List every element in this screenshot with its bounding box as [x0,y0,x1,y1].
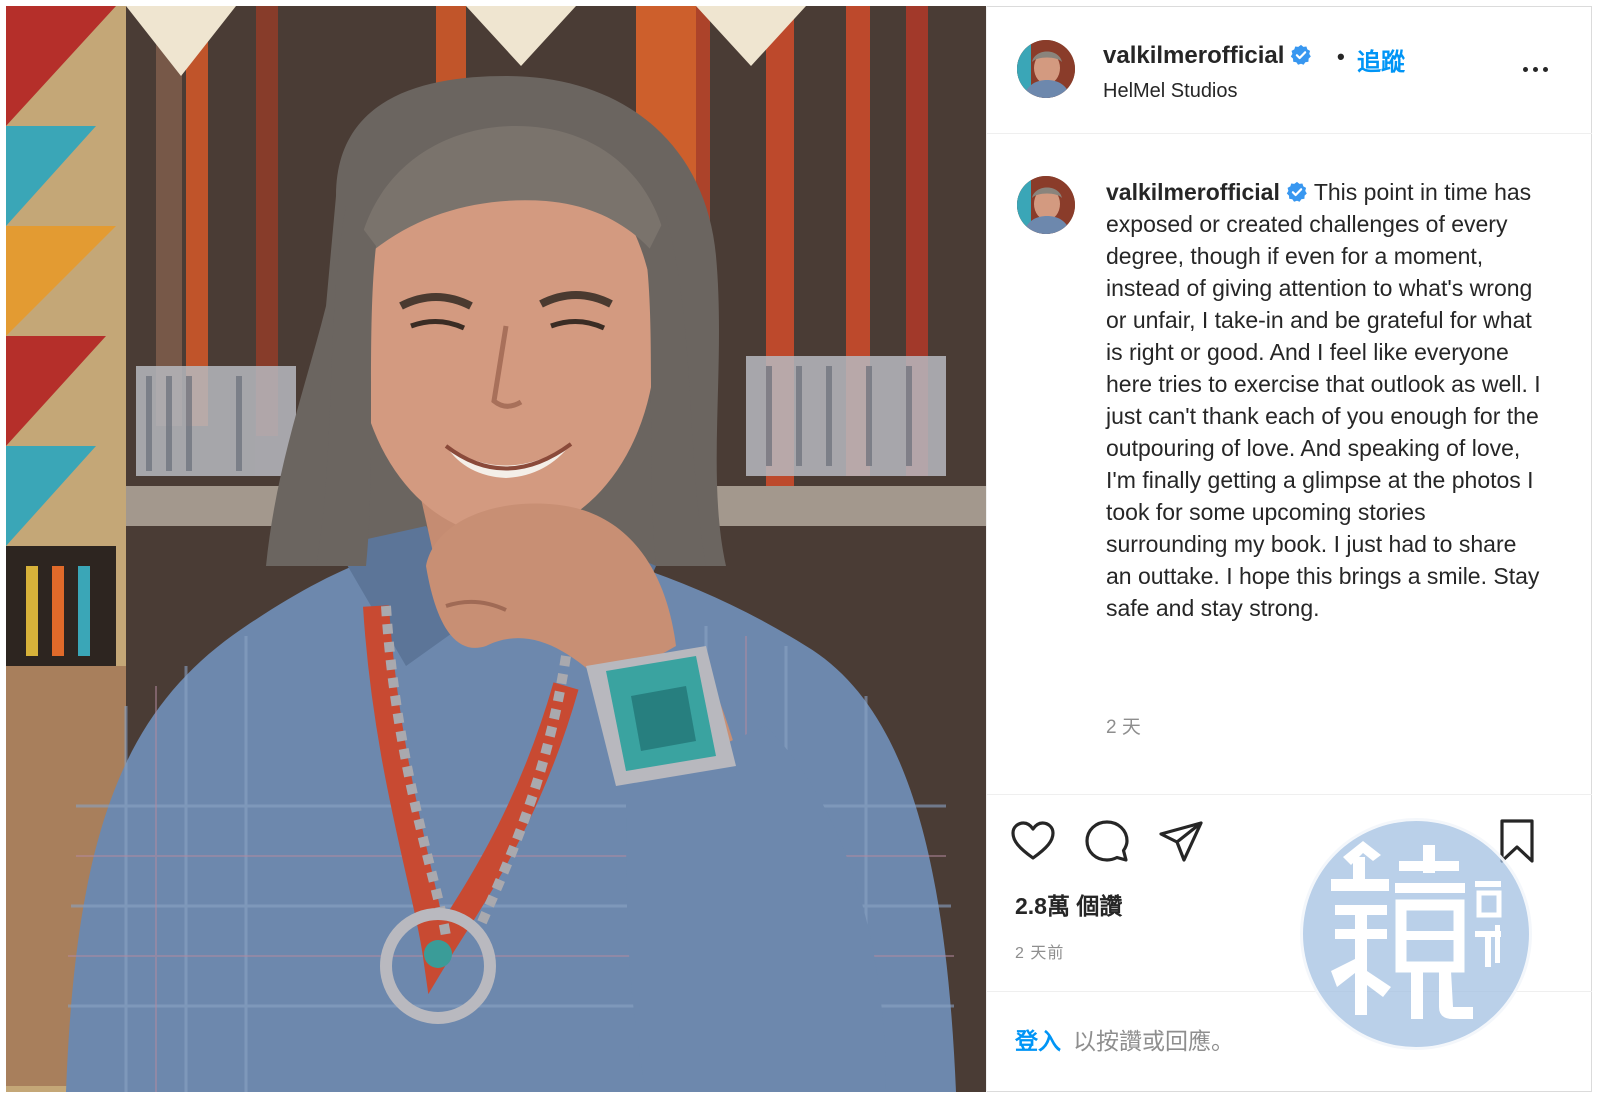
separator-dot: • [1337,44,1345,69]
follow-button[interactable]: 追蹤 [1357,42,1405,77]
post-photo[interactable] [6,6,986,1092]
caption-username[interactable]: valkilmerofficial [1106,179,1280,205]
caption-avatar[interactable] [1017,176,1075,234]
caption-text: This point in time has exposed or create… [1106,179,1541,621]
login-link[interactable]: 登入 [1015,1022,1061,1056]
caption-text-block: valkilmerofficial This point in time has… [1106,176,1546,624]
more-horizontal-icon[interactable] [1515,54,1555,84]
verified-badge-icon [1286,181,1307,202]
post-header: valkilmerofficial • 追蹤 HelMel Studios [987,6,1592,134]
caption-age[interactable]: 2 天 [1106,712,1141,739]
username-text[interactable]: valkilmerofficial [1103,42,1284,69]
location-link[interactable]: HelMel Studios [1103,80,1238,103]
verified-badge-icon [1291,44,1312,65]
post-date[interactable]: 2 天前 [1015,939,1064,963]
login-prompt-text: 以按讚或回應。 [1073,1028,1234,1054]
post-username[interactable]: valkilmerofficial [1103,42,1312,70]
mirror-weekly-watermark-logo [1300,818,1532,1050]
avatar[interactable] [1017,40,1075,98]
like-count[interactable]: 2.8萬 個讚 [1015,887,1122,921]
paper-plane-icon[interactable] [1157,817,1205,865]
heart-icon[interactable] [1009,817,1057,865]
comment-icon[interactable] [1083,817,1131,865]
caption-comment: valkilmerofficial This point in time has… [987,134,1592,794]
